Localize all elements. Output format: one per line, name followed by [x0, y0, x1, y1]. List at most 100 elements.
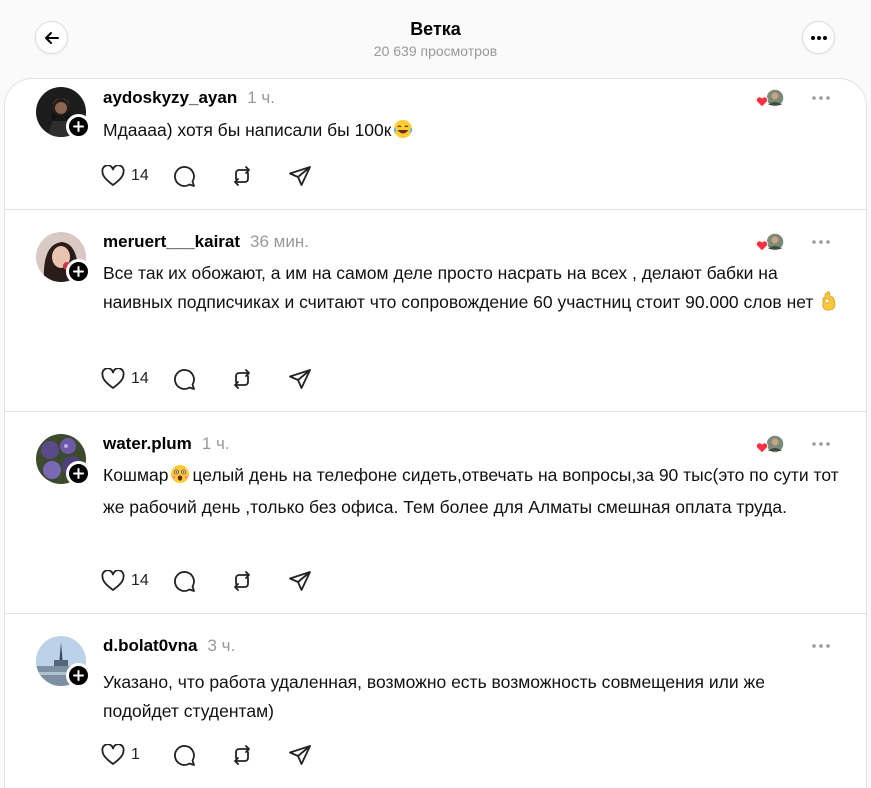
timestamp: 3 ч.	[207, 636, 236, 655]
send-icon	[289, 571, 311, 591]
post-text: Мдаааа) хотя бы написали бы 100к	[103, 116, 843, 148]
author-liked-indicator[interactable]	[753, 434, 789, 456]
repost-button[interactable]	[213, 569, 271, 593]
post-actions: 14	[101, 366, 329, 392]
more-icon	[812, 442, 830, 446]
replies-feed: aydoskyzy_ayan 1 ч. Мдаааа) хотя бы напи…	[4, 78, 867, 788]
follow-button[interactable]	[66, 114, 91, 139]
header-more-button[interactable]	[802, 21, 835, 54]
like-button[interactable]: 1	[101, 744, 155, 766]
like-button[interactable]: 14	[101, 570, 155, 592]
astonished-face-icon	[170, 464, 190, 493]
plus-icon	[73, 266, 84, 277]
more-icon	[812, 240, 830, 244]
like-count: 14	[131, 572, 149, 589]
send-icon	[289, 745, 311, 765]
username[interactable]: d.bolat0vna	[103, 636, 197, 656]
heart-icon	[101, 368, 125, 389]
repost-button[interactable]	[213, 367, 271, 391]
plus-icon	[73, 670, 84, 681]
like-button[interactable]: 14	[101, 368, 155, 390]
more-icon	[812, 644, 830, 648]
post-actions: 1	[101, 742, 329, 768]
follow-button[interactable]	[66, 461, 91, 486]
repost-icon	[234, 571, 250, 591]
plus-icon	[73, 468, 84, 479]
share-button[interactable]	[271, 569, 329, 593]
post-meta: aydoskyzy_ayan 1 ч.	[103, 88, 275, 108]
post-text: Все так их обожают, а им на самом деле п…	[103, 259, 843, 320]
reply-post: aydoskyzy_ayan 1 ч. Мдаааа) хотя бы напи…	[5, 79, 866, 210]
reply-button[interactable]	[155, 367, 213, 391]
liked-avatar-icon	[755, 232, 785, 252]
timestamp: 1 ч.	[247, 88, 275, 107]
liked-avatar-icon	[755, 434, 785, 454]
more-icon	[810, 35, 827, 40]
view-count: 20 639 просмотров	[373, 43, 498, 59]
ok-hand-icon	[820, 291, 838, 320]
repost-button[interactable]	[213, 743, 271, 767]
post-text-start: Кошмар	[103, 465, 169, 485]
repost-button[interactable]	[213, 164, 271, 188]
like-count: 14	[131, 167, 149, 184]
share-button[interactable]	[271, 164, 329, 188]
page-title: Ветка	[410, 19, 461, 39]
post-text-rest: целый день на телефоне сидеть,отвечать н…	[103, 465, 839, 517]
heart-icon	[101, 744, 125, 765]
post-text: Указано, что работа удаленная, возможно …	[103, 668, 843, 726]
post-meta: d.bolat0vna 3 ч.	[103, 636, 235, 656]
post-more-button[interactable]	[809, 434, 833, 454]
more-icon	[812, 96, 830, 100]
timestamp: 36 мин.	[250, 232, 309, 251]
like-button[interactable]: 14	[101, 165, 155, 187]
liked-avatar-icon	[755, 88, 785, 108]
post-more-button[interactable]	[809, 88, 833, 108]
like-count: 14	[131, 370, 149, 387]
username[interactable]: meruert___kairat	[103, 232, 240, 252]
repost-icon	[234, 745, 250, 765]
heart-icon	[101, 570, 125, 591]
reply-button[interactable]	[155, 164, 213, 188]
username[interactable]: aydoskyzy_ayan	[103, 88, 237, 108]
share-button[interactable]	[271, 367, 329, 391]
post-meta: water.plum 1 ч.	[103, 434, 230, 454]
author-liked-indicator[interactable]	[753, 232, 789, 254]
post-actions: 14	[101, 568, 329, 594]
reply-button[interactable]	[155, 569, 213, 593]
reply-post: water.plum 1 ч. Кошмар целый день на теле…	[5, 412, 866, 614]
avatar[interactable]	[36, 87, 91, 139]
author-liked-indicator[interactable]	[753, 88, 789, 110]
comment-icon	[174, 571, 195, 592]
username[interactable]: water.plum	[103, 434, 192, 454]
follow-button[interactable]	[66, 663, 91, 688]
avatar[interactable]	[36, 636, 91, 688]
post-meta: meruert___kairat 36 мин.	[103, 232, 309, 252]
heart-icon	[101, 165, 125, 186]
thread-header: Ветка 20 639 просмотров	[0, 0, 871, 80]
send-icon	[289, 166, 311, 186]
post-text: Кошмар целый день на телефоне сидеть,отве…	[103, 461, 843, 522]
plus-icon	[73, 121, 84, 132]
avatar[interactable]	[36, 434, 91, 486]
repost-icon	[234, 369, 250, 389]
like-count: 1	[131, 746, 140, 763]
reply-post: d.bolat0vna 3 ч. Указано, что работа уда…	[5, 614, 866, 788]
reply-post: meruert___kairat 36 мин. Все так их обож…	[5, 210, 866, 412]
comment-icon	[174, 369, 195, 390]
follow-button[interactable]	[66, 259, 91, 284]
laughing-face-icon	[393, 119, 413, 148]
post-text-content: Все так их обожают, а им на самом деле п…	[103, 263, 814, 312]
send-icon	[289, 369, 311, 389]
comment-icon	[174, 745, 195, 766]
share-button[interactable]	[271, 743, 329, 767]
timestamp: 1 ч.	[201, 434, 230, 453]
comment-icon	[174, 166, 195, 187]
post-text-content: Мдаааа) хотя бы написали бы 100к	[103, 120, 392, 140]
post-text-content: Указано, что работа удаленная, возможно …	[103, 672, 765, 721]
reply-button[interactable]	[155, 743, 213, 767]
avatar[interactable]	[36, 232, 91, 284]
post-actions: 14	[101, 163, 329, 189]
repost-icon	[234, 166, 250, 186]
post-more-button[interactable]	[809, 636, 833, 656]
post-more-button[interactable]	[809, 232, 833, 252]
